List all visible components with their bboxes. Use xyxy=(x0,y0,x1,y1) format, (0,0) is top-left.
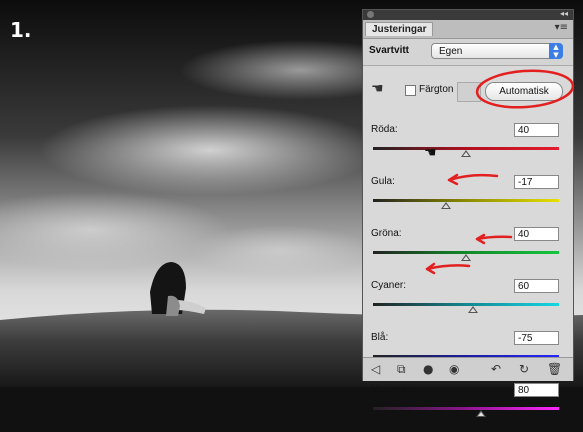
auto-button[interactable]: Automatisk xyxy=(485,82,563,101)
preset-row: Svartvitt Egen ▲ ▼ xyxy=(363,39,573,65)
slider-thumb[interactable] xyxy=(468,306,479,313)
reset-default-icon[interactable]: ↻ xyxy=(519,362,529,376)
reset-icon[interactable]: ↶ xyxy=(491,362,501,376)
slider-track[interactable] xyxy=(373,303,559,306)
panel-menu-icon[interactable]: ▾≡ xyxy=(555,22,568,33)
slider-value-field[interactable]: 60 xyxy=(514,279,559,293)
slider-label: Gula: xyxy=(371,176,395,187)
slider-thumb[interactable] xyxy=(440,202,451,209)
slider-label: Röda: xyxy=(371,124,398,135)
tool-row: ☚ Färgton Automatisk xyxy=(363,66,573,106)
targeted-adjustment-hand-icon[interactable]: ☚ xyxy=(371,80,384,97)
panel-bottom-bar: ◁ ⧉ ● ◉ ↶ ↻ 🗑 xyxy=(363,357,573,381)
panel-tab-row: Justeringar ▾≡ xyxy=(363,20,573,39)
slider-track[interactable] xyxy=(373,199,559,202)
slider-thumb[interactable] xyxy=(475,410,486,417)
slider-3: Cyaner: 60 xyxy=(363,279,573,328)
slider-value-field[interactable]: -17 xyxy=(514,175,559,189)
slider-thumb[interactable] xyxy=(461,254,471,261)
chevron-updown-icon: ▲ ▼ xyxy=(549,43,563,59)
slider-5: Magenter: 80 xyxy=(363,383,573,432)
trash-icon[interactable]: 🗑 xyxy=(547,362,562,376)
view-previous-icon[interactable]: ◉ xyxy=(449,362,459,376)
slider-value-field[interactable]: 80 xyxy=(514,383,559,397)
slider-track[interactable] xyxy=(373,407,559,410)
slider-label: Blå: xyxy=(371,332,389,343)
slider-value-field[interactable]: 40 xyxy=(514,123,559,137)
preset-label: Svartvitt xyxy=(369,45,410,56)
visibility-eye-icon[interactable]: ● xyxy=(423,362,433,376)
slider-value-field[interactable]: 40 xyxy=(514,227,559,241)
preset-value: Egen xyxy=(439,46,463,57)
preset-dropdown[interactable]: Egen ▲ ▼ xyxy=(431,43,563,59)
panel-body: ☚ Färgton Automatisk Röda: 40 Gula: -17 Grön… xyxy=(363,65,573,417)
close-dot-icon[interactable] xyxy=(367,11,374,18)
tab-adjustments[interactable]: Justeringar xyxy=(365,22,434,36)
slider-0: Röda: 40 xyxy=(363,123,573,172)
back-arrow-icon[interactable]: ◁ xyxy=(371,362,380,376)
adjustments-panel: ◂◂ Justeringar ▾≡ Svartvitt Egen ▲ ▼ ☚ Fä… xyxy=(362,9,574,417)
slider-label: Gröna: xyxy=(371,228,402,239)
slider-label: Cyaner: xyxy=(371,280,407,291)
slider-1: Gula: -17 xyxy=(363,175,573,224)
step-number: 1. xyxy=(10,18,32,42)
tint-color-swatch[interactable] xyxy=(457,82,481,102)
panel-title-bar: ◂◂ xyxy=(363,9,573,20)
clip-layer-icon[interactable]: ⧉ xyxy=(397,362,406,377)
tint-checkbox[interactable] xyxy=(405,85,416,96)
slider-thumb[interactable] xyxy=(461,150,471,157)
slider-label: Magenter: xyxy=(371,384,417,395)
slider-value-field[interactable]: -75 xyxy=(514,331,559,345)
slider-2: Gröna: 40 xyxy=(363,227,573,276)
collapse-icon[interactable]: ◂◂ xyxy=(560,9,568,18)
tint-label: Färgton xyxy=(419,84,454,95)
